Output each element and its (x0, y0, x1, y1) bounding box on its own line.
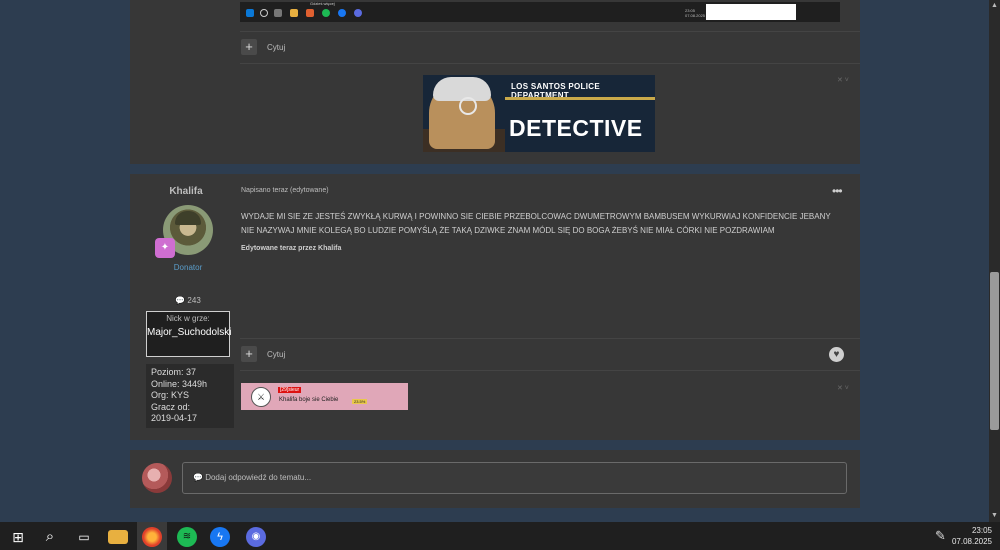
scrollbar[interactable]: ▲ ▼ (989, 0, 1000, 522)
signature-percent: 23.5% (352, 399, 368, 404)
post-meta[interactable]: Napisano teraz (edytowane) (241, 187, 329, 194)
multiquote-button[interactable]: + (241, 39, 257, 55)
search-icon[interactable]: ⌕ (40, 527, 60, 547)
current-user-avatar[interactable] (142, 463, 172, 493)
file-explorer-icon[interactable] (108, 530, 128, 544)
search-icon (260, 9, 268, 17)
nick-value: Major_Suchodolski (147, 327, 232, 338)
post-count: 💬 243 (175, 296, 201, 305)
more-options-icon[interactable]: ••• (832, 184, 843, 198)
hide-signature-icon[interactable]: ✕ ˅ (837, 384, 849, 392)
signature-banner: LOS SANTOS POLICE DEPARTMENT DETECTIVE (423, 75, 655, 152)
donator-badge-icon: ✦ (155, 238, 175, 258)
pen-icon[interactable]: ✎ (935, 528, 946, 544)
banner-monocle (459, 97, 477, 115)
spotify-icon[interactable]: ≋ (177, 527, 197, 547)
stat-org: Org: KYS (151, 390, 190, 400)
signature-image: ⚔ [29]sieur Khalifa boje sie Ciebie 23.5… (241, 383, 408, 410)
quote-button[interactable]: Cytuj (267, 43, 285, 52)
app-icon[interactable]: ◉ (246, 527, 266, 547)
messenger-icon[interactable]: ϟ (210, 527, 230, 547)
app-icon (354, 9, 362, 17)
reply-input[interactable]: 💬 Dodaj odpowiedź do tematu... (182, 462, 847, 494)
divider (240, 338, 860, 339)
windows-icon (246, 9, 254, 17)
author-rank: Donator (173, 263, 203, 272)
taskbar: ⊞ ⌕ ▭ ≋ ϟ ◉ ✎ 23:05 07.08.2025 (0, 522, 1000, 550)
forum-post: Khalifa ✦ Donator 💬 243 Nick w grze: Maj… (130, 174, 860, 440)
avatar-helmet (175, 211, 201, 225)
redacted-box (706, 4, 796, 20)
multiquote-button[interactable]: + (241, 346, 257, 362)
task-view-icon[interactable]: ▭ (74, 527, 94, 547)
firefox-icon (306, 9, 314, 17)
signature-tag: [29]sieur (278, 387, 302, 393)
forum-page: Gdzieś więcej 23:05 07.08.2025 + Cytuj ✕ … (0, 0, 1000, 522)
like-icon[interactable]: ♥ (829, 347, 844, 362)
stat-level: Poziom: 37 (151, 367, 197, 377)
spotify-icon (322, 9, 330, 17)
screenshot-tooltip: Gdzieś więcej (310, 1, 335, 6)
clock-time: 23:05 (971, 526, 992, 535)
player-stats: Poziom: 37 Online: 3449h Org: KYS Gracz … (146, 364, 234, 428)
signature-emblem-icon: ⚔ (251, 387, 271, 407)
previous-post: Gdzieś więcej 23:05 07.08.2025 + Cytuj ✕ … (130, 0, 860, 164)
divider (240, 370, 860, 371)
banner-hair (433, 77, 491, 101)
divider (240, 31, 860, 32)
divider (240, 63, 860, 64)
embedded-screenshot[interactable]: Gdzieś więcej 23:05 07.08.2025 (240, 1, 840, 22)
reply-area: 💬 Dodaj odpowiedź do tematu... (130, 450, 860, 508)
banner-title: DETECTIVE (509, 115, 643, 141)
stat-online: Online: 3449h (151, 378, 208, 389)
task-view-icon (274, 9, 282, 17)
stat-player-since: 2019-04-17 (151, 413, 198, 423)
scrollbar-thumb[interactable] (990, 272, 999, 430)
comment-icon: 💬 (193, 473, 203, 482)
signature-text: Khalifa boje sie Ciebie (279, 397, 339, 403)
messenger-icon (338, 9, 346, 17)
comment-icon: 💬 (175, 296, 186, 305)
firefox-icon[interactable] (142, 527, 162, 547)
windows-start-icon[interactable]: ⊞ (8, 527, 28, 547)
edit-note: Edytowane teraz przez Khalifa (241, 245, 342, 252)
scroll-up-icon[interactable]: ▲ (991, 2, 998, 9)
screenshot-clock: 23:05 07.08.2025 (685, 8, 706, 18)
stat-player-since-label: Gracz od: (151, 401, 191, 412)
author-panel: Khalifa ✦ Donator 💬 243 Nick w grze: Maj… (130, 174, 240, 440)
scroll-down-icon[interactable]: ▼ (991, 512, 998, 519)
author-name[interactable]: Khalifa (130, 186, 242, 197)
nick-label: Nick w grze: (166, 314, 210, 323)
clock-date: 07.08.2025 (951, 537, 992, 546)
folder-icon (290, 9, 298, 17)
banner-stripe (505, 97, 655, 100)
quote-button[interactable]: Cytuj (267, 350, 285, 359)
hide-signature-icon[interactable]: ✕ ˅ (837, 76, 849, 84)
nick-box: Nick w grze: Major_Suchodolski (146, 311, 232, 357)
post-body: WYDAJE MI SIE ZE JESTEŚ ZWYKŁĄ KURWĄ I P… (241, 212, 831, 235)
taskbar-clock[interactable]: 23:05 07.08.2025 (952, 525, 992, 547)
